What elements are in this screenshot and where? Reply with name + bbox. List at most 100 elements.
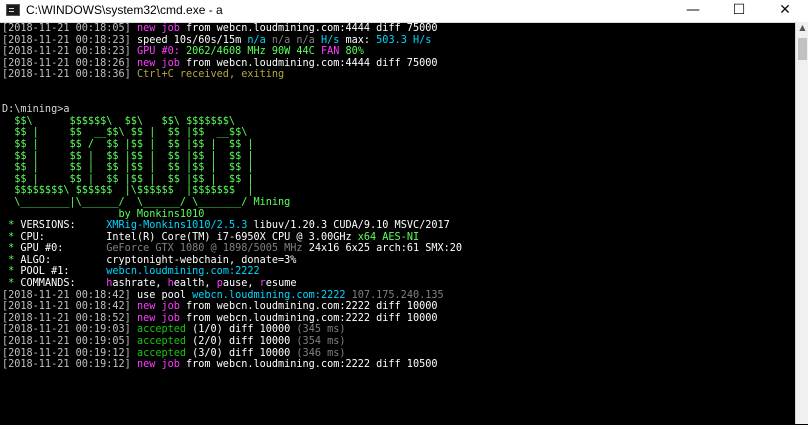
console-text-segment: n/a n/a — [265, 34, 321, 46]
console-text-segment: GPU #0: — [20, 243, 107, 255]
console-text-segment: D:\mining>a — [2, 104, 70, 116]
console-line: [2018-11-21 00:18:23] speed 10s/60s/15m … — [0, 35, 795, 47]
console-text-segment: ALGO: cryptonight-webchain, donate=3% — [20, 254, 297, 266]
console-text-segment: accepted — [136, 336, 187, 348]
scroll-up-arrow-icon[interactable]: ▲ — [797, 22, 808, 34]
maximize-button[interactable]: ☐ — [716, 0, 762, 22]
console-text-segment: (346 ms) — [296, 347, 346, 359]
console-text-segment: [2018-11-21 00:18:26] — [2, 57, 137, 69]
console-text-segment: GeForce GTX 1080 @ 1898/5005 MHz — [106, 243, 303, 255]
console-text-segment: [2018-11-21 00:18:42] — [2, 301, 137, 313]
console-text-segment: (345 ms) — [296, 324, 346, 336]
console-line: [2018-11-21 00:18:05] new job from webcn… — [0, 23, 795, 35]
window-title: C:\WINDOWS\system32\cmd.exe - a — [26, 3, 223, 17]
console-text-segment: [2018-11-21 00:19:03] — [2, 324, 137, 336]
scrollbar-thumb[interactable] — [798, 38, 807, 60]
console-text-segment: $$ | $$ | $$ |$$ | $$ |$$ | $$ | — [2, 173, 254, 185]
console-text-segment: POOL #1: — [20, 266, 107, 278]
console-text-segment: from webcn.loudmining.com:2222 diff 1000… — [179, 301, 438, 313]
console-line: * VERSIONS: XMRig-Monkins1010/2.5.3 libu… — [0, 220, 795, 232]
console-text-segment: * — [2, 231, 21, 243]
console-text-segment: [2018-11-21 00:18:05] — [2, 23, 137, 34]
console-text-segment: webcn.loudmining.com:2222 — [106, 266, 260, 278]
console-text-segment: libuv/1.20.3 CUDA/9.10 MSVC/2017 — [247, 220, 450, 232]
console-text-segment: $$$$$$$$\ $$$$$$ |\$$$$$$ |$$$$$$$ | — [2, 185, 254, 197]
console-text-segment: 2062/4608 MHz 90W 44C — [186, 46, 315, 58]
console-line: * CPU: Intel(R) Core(TM) i7-6950X CPU @ … — [0, 232, 795, 244]
console-line: $$ | $$ | $$ |$$ | $$ |$$ | $$ | — [0, 162, 795, 174]
console-text-segment: CPU: Intel(R) Core(TM) i7-6950X CPU @ 3.… — [20, 231, 358, 243]
console-text-segment: 24x16 6x25 arch:61 SMX:20 — [302, 243, 463, 255]
console-text-segment: new job — [136, 23, 180, 34]
console-text-segment: 80% — [345, 46, 364, 58]
console-text-segment: $$ | $$ / $$ |$$ | $$ |$$ | $$ | — [2, 138, 254, 150]
console-text-segment: [2018-11-21 00:18:36] — [2, 69, 137, 81]
console-text-segment: ashrate, — [112, 278, 168, 290]
vertical-scrollbar[interactable]: ▲ — [795, 22, 808, 424]
console-line: $$ | $$ | $$ |$$ | $$ |$$ | $$ | — [0, 151, 795, 163]
console-text-segment: speed 10s/60s/15m — [136, 34, 248, 46]
console-line: \________|\______/ \______/ \_______/ Mi… — [0, 197, 795, 209]
console-text-segment: n/a — [247, 34, 266, 46]
console-text-segment: from webcn.loudmining.com:4444 diff 7500… — [179, 57, 438, 69]
console-text-segment: webcn.loudmining.com:2222 — [192, 289, 346, 301]
console-line: $$ | $$ __$$\ $$ | $$ |$$ __$$\ — [0, 127, 795, 139]
console-text-segment: XMRig-Monkins1010/2.5.3 — [106, 220, 248, 232]
console-text-segment: COMMANDS: — [20, 278, 107, 290]
console-text-segment: GPU #0: — [136, 46, 187, 58]
console-text-segment: * — [2, 266, 21, 278]
console-line: [2018-11-21 00:18:26] new job from webcn… — [0, 58, 795, 70]
console-text-segment: ealth, — [173, 278, 217, 290]
console-text-segment: from webcn.loudmining.com:4444 diff 7500… — [179, 23, 438, 34]
console-text-segment: (1/0) diff 10000 — [186, 324, 297, 336]
console-text-segment: FAN — [314, 46, 346, 58]
console-text-segment: * — [2, 278, 21, 290]
console-line: [2018-11-21 00:19:05] accepted (2/0) dif… — [0, 336, 795, 348]
console-line: [2018-11-21 00:18:23] GPU #0: 2062/4608 … — [0, 46, 795, 58]
console-line: [2018-11-21 00:18:42] new job from webcn… — [0, 301, 795, 313]
console-text-segment: $$ | $$ __$$\ $$ | $$ |$$ __$$\ — [2, 127, 248, 139]
console-text-segment: VERSIONS: — [20, 220, 107, 232]
console-line: [2018-11-21 00:18:52] new job from webcn… — [0, 313, 795, 325]
title-bar[interactable]: C:\WINDOWS\system32\cmd.exe - a — ☐ ✕ — [0, 0, 808, 23]
console-text-segment: $$ | $$ | $$ |$$ | $$ |$$ | $$ | — [2, 162, 254, 174]
console-line: [2018-11-21 00:18:42] use pool webcn.lou… — [0, 290, 795, 302]
console-text-segment: (354 ms) — [296, 336, 346, 348]
console-text-segment: 503.3 H/s — [376, 34, 432, 46]
console-text-segment: esume — [265, 278, 297, 290]
console-text-segment: [2018-11-21 00:19:12] — [2, 359, 137, 371]
console-line: $$ | $$ / $$ |$$ | $$ |$$ | $$ | — [0, 139, 795, 151]
console-text-segment: new job — [136, 312, 180, 324]
console-text-segment: \________|\______/ \______/ \_______/ Mi… — [2, 196, 291, 208]
console-text-segment: from webcn.loudmining.com:2222 diff 1050… — [179, 359, 438, 371]
console-output[interactable]: [2018-11-21 00:18:05] new job from webcn… — [0, 22, 795, 425]
console-line: by Monkins1010 — [0, 209, 795, 221]
console-line: $$\ $$$$$$\ $$\ $$\ $$$$$$$\ — [0, 116, 795, 128]
console-line: [2018-11-21 00:19:03] accepted (1/0) dif… — [0, 324, 795, 336]
console-text-segment: [2018-11-21 00:18:42] — [2, 289, 137, 301]
console-line: * COMMANDS: hashrate, health, pause, res… — [0, 278, 795, 290]
console-text-segment: H/s — [320, 34, 340, 46]
console-text-segment: [2018-11-21 00:19:05] — [2, 336, 137, 348]
close-button[interactable]: ✕ — [762, 0, 808, 22]
console-line: $$ | $$ | $$ |$$ | $$ |$$ | $$ | — [0, 174, 795, 186]
console-text-segment: x64 AES-NI — [357, 231, 420, 243]
cmd-window: C:\WINDOWS\system32\cmd.exe - a — ☐ ✕ [2… — [0, 0, 808, 424]
console-text-segment: new job — [136, 301, 180, 313]
console-text-segment: * — [2, 220, 21, 232]
console-text-segment: 107.175.240.135 — [345, 289, 444, 301]
console-line: * POOL #1: webcn.loudmining.com:2222 — [0, 266, 795, 278]
console-text-segment: from webcn.loudmining.com:2222 diff 1000… — [179, 312, 438, 324]
console-text-segment: max: — [339, 34, 377, 46]
console-text-segment: Ctrl+C received, exiting — [136, 69, 285, 81]
minimize-button[interactable]: — — [670, 0, 716, 22]
console-text-segment: new job — [136, 57, 180, 69]
console-text-segment: (2/0) diff 10000 — [186, 336, 297, 348]
console-line: [2018-11-21 00:18:36] Ctrl+C received, e… — [0, 69, 795, 81]
console-text-segment: * — [2, 243, 21, 255]
console-text-segment: [2018-11-21 00:18:23] — [2, 34, 137, 46]
console-line: [2018-11-21 00:19:12] new job from webcn… — [0, 359, 795, 371]
console-line: D:\mining>a — [0, 104, 795, 116]
